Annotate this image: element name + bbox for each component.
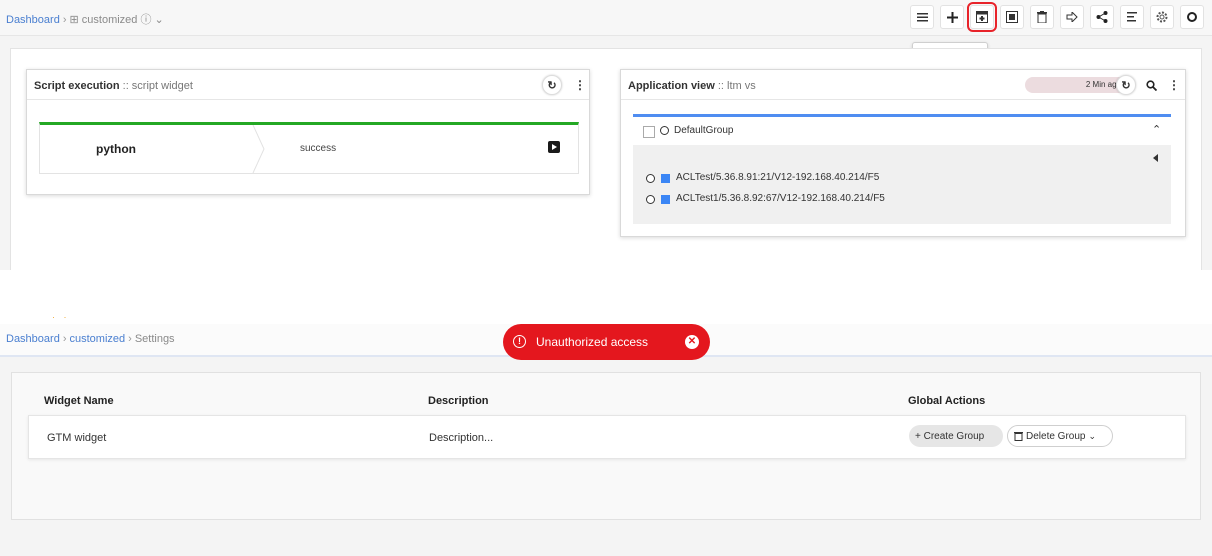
gear-icon: [1156, 11, 1168, 23]
description-cell: Description...: [429, 432, 494, 444]
image-icon: [1006, 11, 1018, 23]
script-execution-row: python success: [39, 122, 579, 174]
widget-name-cell: GTM widget: [47, 432, 107, 444]
widget-settings-table: Widget Name Description Global Actions G…: [11, 372, 1201, 520]
application-widget-header: Application view :: ltm vs 2 Min ago ↻ ⋮: [621, 70, 1185, 100]
breadcrumb-dashboard-link[interactable]: Dashboard: [6, 333, 60, 345]
group-name: DefaultGroup: [674, 125, 734, 136]
application-widget-title: Application view :: ltm vs: [628, 80, 756, 92]
widget-title: Script execution: [34, 80, 120, 92]
align-icon: [1127, 12, 1137, 22]
dashboard-header: Dashboard › ⊞ customized ⓘ ⌄: [0, 0, 1212, 36]
refresh-widget-button[interactable]: ↻: [542, 75, 562, 95]
tree-item[interactable]: ACLTest1/5.36.8.92:67/V12-192.168.40.214…: [676, 193, 885, 204]
table-row: GTM widget Description... + Create Group…: [28, 415, 1186, 459]
share-button[interactable]: [1090, 5, 1114, 29]
group-checkbox[interactable]: [643, 126, 655, 138]
trash-icon: [1014, 432, 1023, 441]
column-header-global-actions: Global Actions: [908, 395, 986, 407]
add-widget-button[interactable]: [967, 2, 997, 32]
refresh-widget-button[interactable]: ↻: [1116, 75, 1136, 95]
vs-status-icon: [661, 195, 670, 204]
application-view-widget: Application view :: ltm vs 2 Min ago ↻ ⋮…: [620, 69, 1186, 237]
delete-group-button[interactable]: Delete Group ⌄: [1007, 425, 1113, 447]
breadcrumb-separator: ›: [62, 333, 67, 345]
breadcrumb-separator: ›: [128, 333, 132, 345]
add-widget-icon: [976, 11, 988, 23]
create-group-label: + Create Group: [915, 430, 985, 442]
widget-subtitle: :: ltm vs: [717, 80, 756, 92]
add-button[interactable]: [940, 5, 964, 29]
settings-button[interactable]: [1150, 5, 1174, 29]
refresh-icon: ↻: [547, 79, 557, 92]
breadcrumb: Dashboard › ⊞ customized ⓘ ⌄: [6, 11, 164, 27]
align-button[interactable]: [1120, 5, 1144, 29]
breadcrumb-current: Settings: [134, 333, 175, 345]
breadcrumb: Dashboard › customized › Settings: [6, 333, 175, 345]
error-toast: ! Unauthorized access ✕: [503, 324, 710, 360]
widget-title: Application view: [628, 80, 715, 92]
dashboard-toolbar: [910, 2, 1204, 32]
grid-icon: ⊞: [69, 14, 82, 26]
loading-dots: · ·: [52, 312, 70, 322]
delete-group-label: Delete Group: [1026, 430, 1086, 442]
item-radio[interactable]: [646, 174, 655, 183]
settings-panel: Dashboard › customized › Settings ! Unauthor…: [0, 324, 1212, 556]
script-status: success: [300, 143, 337, 154]
error-message: Unauthorized access: [536, 335, 649, 349]
search-icon: [1145, 79, 1157, 91]
chevron-up-icon[interactable]: ⌃: [1152, 123, 1161, 136]
close-icon[interactable]: ✕: [685, 335, 699, 349]
collapse-left-icon[interactable]: [1153, 154, 1158, 162]
panel-gap: [0, 270, 1212, 324]
refresh-button[interactable]: [1180, 5, 1204, 29]
script-widget-title: Script execution :: script widget: [34, 80, 193, 92]
group-radio[interactable]: [660, 126, 669, 135]
chevron-down-icon: ⌄: [1088, 430, 1097, 441]
breadcrumb-separator: ›: [62, 14, 67, 26]
export-icon: [1066, 12, 1078, 22]
column-header-description: Description: [428, 395, 489, 407]
plus-icon: [946, 11, 958, 23]
column-header-widget-name: Widget Name: [44, 395, 114, 407]
menu-icon: [916, 13, 928, 22]
script-language: python: [96, 142, 136, 156]
play-icon[interactable]: [548, 141, 560, 153]
vs-status-icon: [661, 174, 670, 183]
chevron-divider-icon: [252, 125, 265, 173]
export-button[interactable]: [1060, 5, 1084, 29]
trash-icon: [1037, 11, 1047, 23]
chevron-down-icon[interactable]: ⌄: [151, 14, 164, 26]
application-tree: DefaultGroup ⌃ ACLTest/5.36.8.91:21/V12-…: [633, 114, 1171, 224]
item-radio[interactable]: [646, 195, 655, 204]
alert-icon: !: [513, 335, 526, 348]
image-widget-button[interactable]: [1000, 5, 1024, 29]
breadcrumb-current: customized: [81, 14, 138, 26]
tree-group-row[interactable]: DefaultGroup ⌃: [633, 117, 1171, 145]
circle-icon: [1187, 12, 1197, 22]
dashboard-panel: Dashboard › ⊞ customized ⓘ ⌄ Script exec…: [0, 0, 1212, 270]
info-icon[interactable]: ⓘ: [137, 14, 151, 26]
script-widget: Script execution :: script widget ↻ ⋮ py…: [26, 69, 590, 195]
widget-subtitle: :: script widget: [122, 80, 193, 92]
menu-button[interactable]: [910, 5, 934, 29]
breadcrumb-customized-link[interactable]: customized: [70, 333, 126, 345]
breadcrumb-dashboard-link[interactable]: Dashboard: [6, 14, 60, 26]
kebab-menu-icon[interactable]: ⋮: [574, 78, 586, 92]
search-button[interactable]: [1141, 75, 1161, 95]
create-group-button[interactable]: + Create Group: [909, 425, 1003, 447]
delete-button[interactable]: [1030, 5, 1054, 29]
refresh-icon: ↻: [1121, 79, 1131, 92]
script-widget-header: Script execution :: script widget ↻ ⋮: [27, 70, 589, 100]
share-icon: [1096, 11, 1108, 23]
tree-item[interactable]: ACLTest/5.36.8.91:21/V12-192.168.40.214/…: [676, 172, 879, 183]
kebab-menu-icon[interactable]: ⋮: [1168, 78, 1180, 92]
